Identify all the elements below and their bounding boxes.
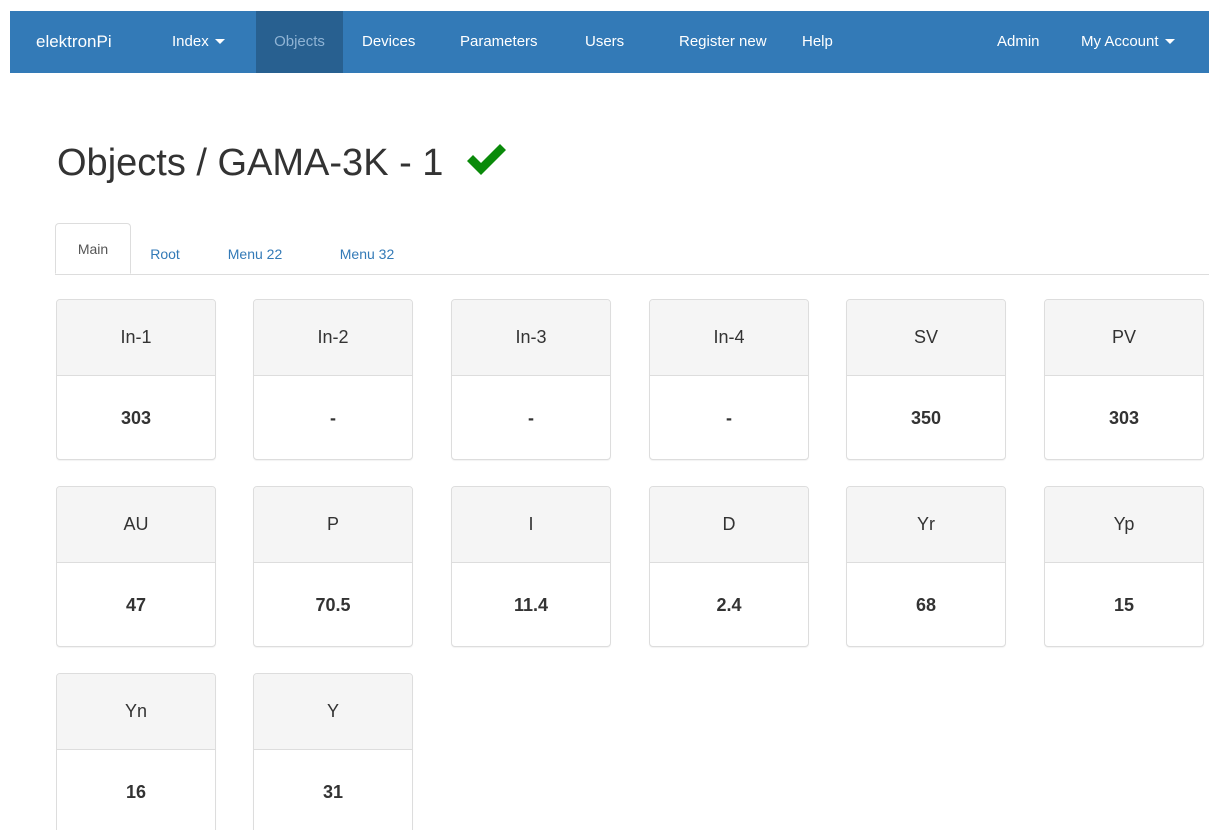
parameter-grid: In-1 303 In-2 - In-3 - In-4 - SV 350 PV … — [56, 299, 1209, 830]
param-label: D — [650, 487, 808, 563]
param-card: In-3 - — [451, 299, 611, 460]
param-card: Y 31 — [253, 673, 413, 830]
nav-admin[interactable]: Admin — [997, 11, 1040, 73]
param-value: 16 — [125, 782, 147, 802]
param-label: In-3 — [452, 300, 610, 376]
nav-my-account-label: My Account — [1081, 33, 1159, 50]
nav-help[interactable]: Help — [802, 11, 833, 73]
param-card: SV 350 — [846, 299, 1006, 460]
page-title-text: Objects / GAMA-3K - 1 — [57, 142, 444, 184]
param-label: PV — [1045, 300, 1203, 376]
check-icon — [467, 144, 507, 175]
param-value: 15 — [1113, 595, 1135, 615]
param-card: I 11.4 — [451, 486, 611, 647]
nav-index[interactable]: Index — [172, 11, 225, 73]
param-label: Yr — [847, 487, 1005, 563]
param-card: AU 47 — [56, 486, 216, 647]
param-card: D 2.4 — [649, 486, 809, 647]
param-value: 350 — [910, 408, 942, 428]
param-card: Yn 16 — [56, 673, 216, 830]
tab-menu-32[interactable]: Menu 32 — [335, 234, 399, 274]
param-card: Yr 68 — [846, 486, 1006, 647]
param-value: 70.5 — [315, 595, 351, 615]
tab-main[interactable]: Main — [55, 223, 131, 274]
param-label: SV — [847, 300, 1005, 376]
param-value: - — [528, 408, 534, 428]
nav-objects[interactable]: Objects — [256, 11, 343, 73]
param-value: 303 — [1108, 408, 1140, 428]
caret-down-icon — [1164, 38, 1175, 44]
param-card: In-2 - — [253, 299, 413, 460]
param-card: P 70.5 — [253, 486, 413, 647]
param-value: 303 — [120, 408, 152, 428]
nav-index-label: Index — [172, 33, 209, 50]
tab-root[interactable]: Root — [145, 234, 185, 274]
param-label: In-1 — [57, 300, 215, 376]
nav-register-new[interactable]: Register new — [679, 11, 767, 73]
page-title: Objects / GAMA-3K - 1 — [57, 138, 508, 188]
param-label: P — [254, 487, 412, 563]
param-value: - — [330, 408, 336, 428]
param-label: I — [452, 487, 610, 563]
param-label: Yn — [57, 674, 215, 750]
nav-devices[interactable]: Devices — [362, 11, 415, 73]
nav-my-account[interactable]: My Account — [1081, 11, 1175, 73]
tab-bar: Main Root Menu 22 Menu 32 — [55, 222, 1209, 275]
tab-menu-22[interactable]: Menu 22 — [225, 234, 285, 274]
param-value: 68 — [915, 595, 937, 615]
param-value: 2.4 — [716, 595, 742, 615]
caret-down-icon — [214, 38, 225, 44]
param-value: 47 — [125, 595, 147, 615]
param-label: In-2 — [254, 300, 412, 376]
nav-users[interactable]: Users — [585, 11, 624, 73]
param-card: Yp 15 — [1044, 486, 1204, 647]
param-card: In-1 303 — [56, 299, 216, 460]
nav-parameters[interactable]: Parameters — [460, 11, 538, 73]
top-navbar: elektronPi Index Objects Devices Paramet… — [10, 11, 1209, 73]
param-value: - — [726, 408, 732, 428]
param-value: 11.4 — [513, 595, 549, 615]
param-value: 31 — [322, 782, 344, 802]
param-card: In-4 - — [649, 299, 809, 460]
param-label: AU — [57, 487, 215, 563]
brand-link[interactable]: elektronPi — [36, 11, 112, 73]
param-label: In-4 — [650, 300, 808, 376]
param-label: Y — [254, 674, 412, 750]
param-card: PV 303 — [1044, 299, 1204, 460]
param-label: Yp — [1045, 487, 1203, 563]
